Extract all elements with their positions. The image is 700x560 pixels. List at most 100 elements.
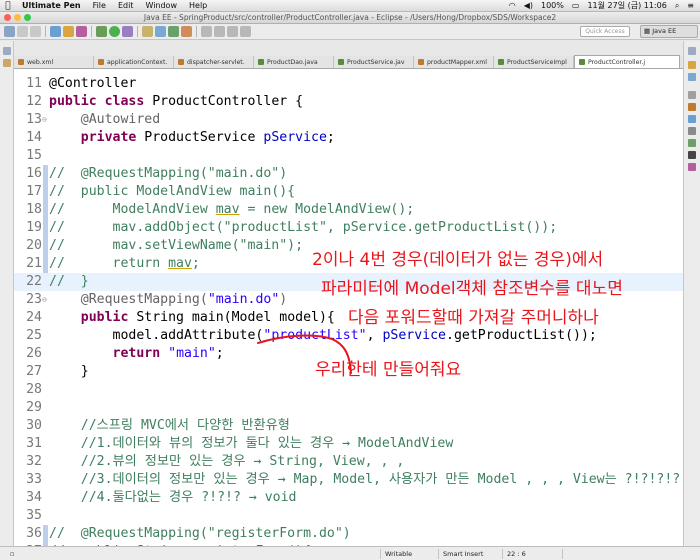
menu-help[interactable]: Help [183,1,213,10]
snippets-icon[interactable] [688,139,696,147]
task-list-icon[interactable] [688,73,696,81]
search-toolbar-icon[interactable] [201,26,212,37]
toolbar-separator [137,26,138,37]
code-line[interactable]: 30 //스프링 MVC에서 다양한 반환유형 [14,417,683,435]
code-text: //2.뷰의 정보만 있는 경우 → String, View, , , [80,454,405,469]
outline-icon[interactable] [688,61,696,69]
editor-tab[interactable]: productMapper.xml [414,56,494,68]
code-text: //3.데이터의 정보만 있는 경우 → Map, Model, 사용자가 만든… [80,472,681,487]
external-tools-icon[interactable] [122,26,133,37]
new-java-project-icon[interactable] [142,26,153,37]
line-number: 13 [26,112,42,127]
code-line[interactable]: 29 [14,399,683,417]
editor-tab[interactable]: ProductController.j [574,55,680,68]
menu-extras: ◠ ◀) 100% ▭ 11월 27일 (금) 11:06 ⌕ ≡ [509,0,700,11]
editor-tab-label: ProductServiceImpl [507,58,567,66]
line-number: 34 [26,490,42,505]
code-line[interactable]: 14 private ProductService pService; [14,129,683,147]
save-icon[interactable] [17,26,28,37]
line-number: 31 [26,436,42,451]
fold-toggle-icon[interactable]: ⊖ [42,111,47,129]
code-editor[interactable]: 11 @Controller 12 public class ProductContr… [14,69,683,546]
back-icon[interactable] [227,26,238,37]
properties-icon[interactable] [688,103,696,111]
code-text: @RequestMapping("main.do") [80,292,288,307]
editor-tab[interactable]: dispatcher-servlet. [174,56,254,68]
servers-icon[interactable] [688,115,696,123]
search-results-icon[interactable] [688,163,696,171]
file-icon [98,59,104,65]
menu-edit[interactable]: Edit [112,1,140,10]
status-icon: ▫ [10,550,15,558]
wifi-icon[interactable]: ◠ [509,1,516,10]
editor-tab[interactable]: web.xml [14,56,94,68]
package-explorer-icon[interactable] [3,59,11,67]
editor-tab[interactable]: ProductDao.java [254,56,334,68]
editor-tab[interactable]: applicationContext. [94,56,174,68]
volume-icon[interactable]: ◀) [524,1,533,10]
data-source-icon[interactable] [688,127,696,135]
code-line[interactable]: 32 //2.뷰의 정보만 있는 경우 → String, View, , , [14,453,683,471]
annotation-line-2: 파라미터에 Model객체 참조변수를 대노면 [321,279,623,299]
editor-tab[interactable]: ProductService.jav [334,56,414,68]
code-line[interactable]: 19 // mav.addObject("productList", pServi… [14,219,683,237]
code-line[interactable]: 36 // @RequestMapping("registerForm.do") [14,525,683,543]
perspective-icon: ▦ [644,27,651,35]
build-icon[interactable] [63,26,74,37]
editor-tab-label: applicationContext. [107,58,168,66]
line-number: 22 [26,274,42,289]
line-number: 15 [26,148,42,163]
status-progress-area [562,549,682,559]
code-line[interactable]: 18 // ModelAndView mav = new ModelAndView… [14,201,683,219]
code-line[interactable]: 13 ⊖ @Autowired [14,111,683,129]
restore-right-icon[interactable] [688,47,696,55]
print-icon[interactable] [30,26,41,37]
forward-icon[interactable] [240,26,251,37]
line-number: 28 [26,382,42,397]
java-ee-perspective-button[interactable]: ▦ Java EE [640,25,698,38]
quick-access-input[interactable]: Quick Access [580,26,630,37]
new-class-icon[interactable] [168,26,179,37]
code-line[interactable]: 31 //1.데이터와 뷰의 정보가 둘다 있는 경우 → ModelAndVi… [14,435,683,453]
code-text: // public ModelAndView main(){ [49,184,296,199]
markers-icon[interactable] [688,91,696,99]
editor-tab[interactable]: ProductServiceImpl [494,56,574,68]
close-window-button[interactable] [4,14,11,21]
restore-icon[interactable] [3,47,11,55]
run-icon[interactable] [109,26,120,37]
fold-toggle-icon[interactable]: ⊖ [42,291,47,309]
minimize-window-button[interactable] [14,14,21,21]
editor-tab-label: productMapper.xml [427,58,487,66]
apple-menu-icon[interactable]:  [0,1,16,11]
new-package-icon[interactable] [155,26,166,37]
line-number: 23 [26,292,42,307]
code-line[interactable]: 16 // @RequestMapping("main.do") [14,165,683,183]
line-number: 11 [26,76,42,91]
zoom-window-button[interactable] [24,14,31,21]
annotation-nav-icon[interactable] [214,26,225,37]
code-line[interactable]: 35 [14,507,683,525]
code-text: // ModelAndView mav = new ModelAndView()… [49,202,415,217]
code-line[interactable]: 17 // public ModelAndView main(){ [14,183,683,201]
app-menu[interactable]: Ultimate Pen [16,1,87,10]
open-type-icon[interactable] [181,26,192,37]
console-icon[interactable] [688,151,696,159]
clock[interactable]: 11월 27일 (금) 11:06 [587,0,666,11]
code-line[interactable]: 12 public class ProductController { [14,93,683,111]
file-icon [338,59,344,65]
battery-level[interactable]: 100% [541,1,564,10]
menu-file[interactable]: File [87,1,112,10]
server-icon[interactable] [50,26,61,37]
toolbar-separator [91,26,92,37]
code-line[interactable]: 33 //3.데이터의 정보만 있는 경우 → Map, Model, 사용자가… [14,471,683,489]
code-line[interactable]: 15 [14,147,683,165]
deploy-icon[interactable] [76,26,87,37]
code-line[interactable]: 34 //4.둘다없는 경우 ?!?!? → void [14,489,683,507]
menu-window[interactable]: Window [139,1,183,10]
new-icon[interactable] [4,26,15,37]
search-icon[interactable]: ⌕ [675,1,679,11]
notification-icon[interactable]: ≡ [687,1,694,10]
line-number: 27 [26,364,42,379]
debug-icon[interactable] [96,26,107,37]
code-line[interactable]: 11 @Controller [14,75,683,93]
